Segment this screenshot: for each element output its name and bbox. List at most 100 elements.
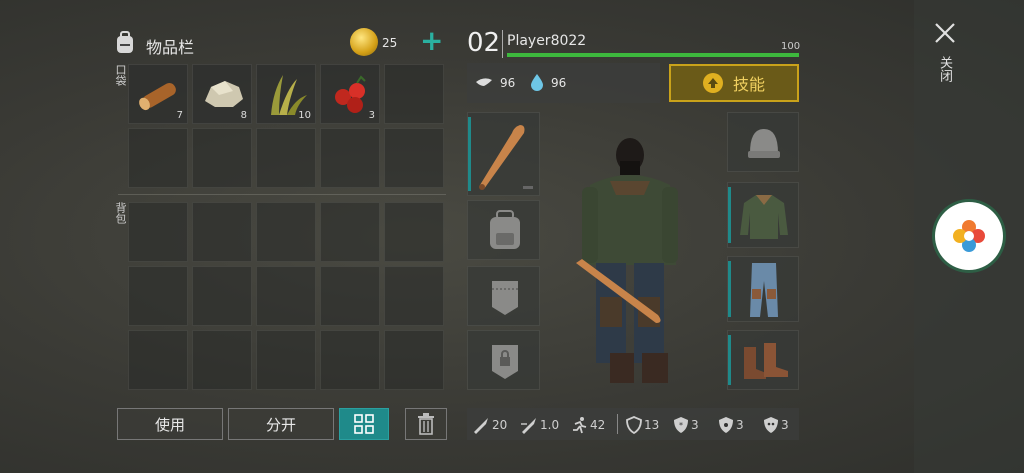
skills-button[interactable]: 技能	[669, 64, 799, 102]
weapon-slot[interactable]	[467, 112, 540, 196]
boots-icon	[744, 343, 788, 379]
torso-slot-indicator	[728, 187, 731, 243]
plant-fiber-count: 10	[298, 110, 311, 121]
arrow-up-icon	[702, 73, 723, 93]
backpack-slot[interactable]	[384, 202, 444, 262]
flower-icon	[953, 220, 985, 252]
pocket-label: 口袋	[114, 64, 127, 86]
cold-stat: * 3	[673, 416, 699, 434]
pocket-icon	[492, 281, 518, 315]
health-bar	[507, 53, 799, 57]
backpack-slot-icon	[490, 210, 520, 249]
close-label[interactable]: 关闭	[936, 56, 952, 82]
coin-icon	[350, 28, 378, 56]
locked-pocket-slot[interactable]	[467, 330, 540, 390]
hunger-icon	[474, 72, 494, 92]
player-level: 02	[467, 28, 501, 58]
delete-button[interactable]	[405, 408, 447, 440]
backpack-slot[interactable]	[128, 202, 188, 262]
backpack-slot[interactable]	[192, 266, 252, 326]
head-slot[interactable]	[727, 112, 799, 172]
armor-value: 13	[644, 418, 660, 432]
player-character	[560, 125, 720, 390]
sword-icon	[474, 418, 488, 434]
running-icon	[573, 417, 587, 434]
sort-button[interactable]	[339, 408, 389, 440]
split-button[interactable]: 分开	[228, 408, 334, 440]
player-name: Player8022	[507, 33, 587, 49]
cold-resistance-icon: *	[674, 417, 688, 433]
thirst-value: 96	[551, 76, 567, 90]
damage-value: 20	[492, 418, 508, 432]
close-icon	[935, 23, 955, 43]
cold-value: 3	[691, 418, 699, 432]
pocket-slot-stone[interactable]: 8	[192, 64, 252, 124]
attack-speed-icon	[521, 418, 536, 434]
add-coins-button[interactable]: +	[420, 27, 444, 56]
backpack-slot[interactable]	[320, 202, 380, 262]
feet-slot-indicator	[728, 335, 731, 385]
backpack-slot[interactable]	[256, 202, 316, 262]
radiation-resistance-icon	[719, 417, 733, 433]
pocket-slot[interactable]	[256, 128, 316, 188]
shield-icon	[626, 416, 642, 434]
backpack-slot[interactable]	[192, 202, 252, 262]
skills-label: 技能	[732, 75, 765, 94]
stone-count: 8	[240, 110, 247, 121]
header-divider	[502, 30, 503, 58]
pocket-slot[interactable]	[128, 128, 188, 188]
armor-stat: 13	[626, 416, 659, 434]
backpack-equip-slot[interactable]	[467, 200, 540, 260]
damage-stat: 20	[472, 416, 507, 434]
berries-count: 3	[368, 110, 375, 121]
backpack-label: 背包	[114, 202, 127, 224]
durability-dots	[523, 186, 533, 189]
backpack-slot[interactable]	[320, 266, 380, 326]
pocket-slot[interactable]	[192, 128, 252, 188]
grid-icon	[354, 414, 374, 434]
legs-slot[interactable]	[727, 256, 799, 322]
backpack-slot[interactable]	[256, 266, 316, 326]
pocket-slot-berries[interactable]: 3	[320, 64, 380, 124]
locked-pocket-icon	[492, 345, 518, 379]
move-stat: 42	[570, 416, 605, 434]
stats-divider	[617, 414, 618, 434]
hunger-value: 96	[500, 76, 516, 90]
backpack-slot[interactable]	[128, 330, 188, 390]
baseball-bat-icon	[479, 125, 525, 190]
pocket-slot-plant-fiber[interactable]: 10	[256, 64, 316, 124]
backpack-slot[interactable]	[128, 266, 188, 326]
svg-text:*: *	[679, 421, 683, 430]
beanie-icon	[748, 129, 780, 158]
speed-stat: 1.0	[520, 416, 559, 434]
radiation-stat: 3	[718, 416, 744, 434]
pocket-slot[interactable]	[384, 128, 444, 188]
poison-value: 3	[781, 418, 789, 432]
inventory-title: 物品栏	[146, 38, 195, 57]
backpack-slot[interactable]	[320, 330, 380, 390]
backpack-slot[interactable]	[384, 330, 444, 390]
weapon-slot-indicator	[468, 117, 471, 191]
pocket-slot-log[interactable]: 7	[128, 64, 188, 124]
pocket-slot[interactable]	[384, 64, 444, 124]
water-drop-icon	[529, 72, 545, 92]
jacket-icon	[740, 195, 788, 239]
pocket-equip-slot[interactable]	[467, 266, 540, 326]
coin-count: 25	[382, 36, 398, 50]
health-bar-fill	[507, 53, 799, 57]
pocket-slot[interactable]	[320, 128, 380, 188]
divider	[118, 194, 446, 195]
feet-slot[interactable]	[727, 330, 799, 390]
floating-assistant-button[interactable]	[935, 202, 1003, 270]
trash-icon	[418, 413, 434, 435]
speed-value: 1.0	[540, 418, 560, 432]
torso-slot[interactable]	[727, 182, 799, 248]
backpack-slot[interactable]	[256, 330, 316, 390]
use-button[interactable]: 使用	[117, 408, 223, 440]
health-value: 100	[781, 41, 801, 52]
poison-resistance-icon	[764, 417, 778, 433]
move-value: 42	[590, 418, 606, 432]
backpack-slot[interactable]	[384, 266, 444, 326]
close-button[interactable]	[932, 20, 958, 46]
backpack-slot[interactable]	[192, 330, 252, 390]
